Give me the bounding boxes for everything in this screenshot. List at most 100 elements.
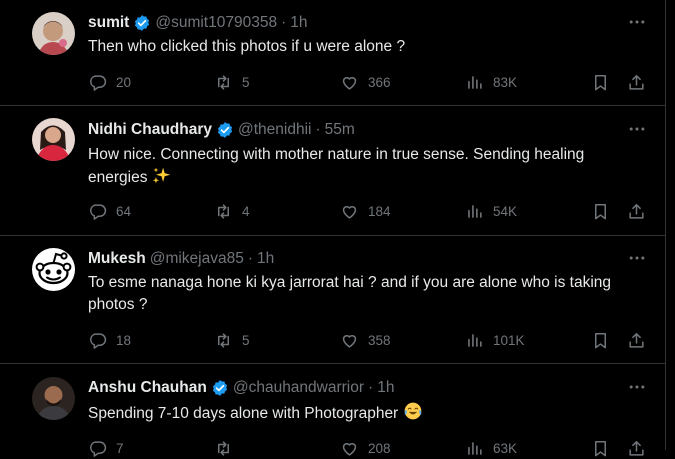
view-count: 54K [493, 203, 518, 219]
bookmark-button[interactable] [591, 71, 610, 93]
timestamp[interactable]: 1h [290, 13, 307, 33]
like-button[interactable]: 366 [340, 71, 391, 93]
reply-icon [90, 74, 107, 91]
more-options-icon[interactable] [627, 377, 647, 397]
retweet-icon [217, 440, 230, 456]
like-button[interactable]: 184 [340, 200, 391, 222]
like-count: 366 [368, 74, 391, 90]
like-count: 358 [368, 332, 391, 348]
retweet-count: 4 [242, 203, 250, 219]
action-bar: 20 5 366 83K [88, 71, 648, 93]
author-name[interactable]: sumit [88, 13, 129, 33]
retweet-icon [217, 74, 230, 90]
avatar[interactable] [32, 248, 75, 291]
views-button[interactable]: 83K [465, 71, 517, 93]
verified-badge-icon [135, 15, 150, 31]
reply-icon [90, 203, 107, 220]
separator-dot: · [315, 121, 321, 138]
like-button[interactable]: 358 [340, 329, 391, 351]
timestamp[interactable]: 1h [377, 378, 394, 398]
timestamp[interactable]: 55m [325, 120, 355, 140]
views-icon [468, 441, 482, 455]
tweet-text: To esme nanaga hone ki kya jarrorat hai … [88, 274, 612, 313]
views-button[interactable]: 63K [465, 437, 517, 459]
separator-dot: · [247, 250, 254, 267]
tweet-mukesh[interactable]: Mukesh @mikejava85 · 1h To esme nanaga h… [0, 236, 665, 364]
reply-button[interactable]: 64 [88, 200, 131, 222]
bookmark-button[interactable] [591, 437, 610, 459]
retweet-button[interactable]: 4 [214, 200, 250, 222]
reply-button[interactable]: 20 [88, 71, 131, 93]
retweet-button[interactable]: 5 [214, 71, 250, 93]
avatar[interactable] [32, 377, 75, 420]
bookmark-icon [594, 332, 607, 348]
heart-icon [342, 76, 357, 90]
reply-count: 64 [116, 203, 132, 219]
tweet-anshu-chauhan[interactable]: Anshu Chauhan @chauhandwarrior · 1h Spen… [0, 364, 665, 457]
bookmark-button[interactable] [591, 200, 610, 222]
action-bar: 64 4 184 54K [88, 200, 648, 222]
like-count: 208 [368, 440, 391, 456]
retweet-button[interactable] [214, 437, 242, 459]
more-options-icon[interactable] [627, 12, 647, 32]
reply-count: 20 [116, 74, 132, 90]
tweet-text: Then who clicked this photos if u were a… [88, 38, 406, 55]
tweet-nidhi-chaudhary[interactable]: Nidhi Chaudhary @thenidhii · 55m How nic… [0, 106, 665, 236]
heart-icon [342, 205, 357, 219]
share-icon [629, 74, 644, 90]
timestamp[interactable]: 1h [257, 249, 274, 269]
retweet-button[interactable]: 5 [214, 329, 250, 351]
action-bar: 18 5 358 101K [88, 329, 648, 351]
sparkles-emoji-icon [152, 167, 170, 184]
separator-dot: · [368, 379, 374, 396]
bookmark-button[interactable] [591, 329, 610, 351]
tweet-sumit[interactable]: sumit @sumit10790358 · 1h Then who click… [0, 0, 665, 106]
share-button[interactable] [627, 71, 646, 93]
reply-count: 7 [116, 440, 124, 456]
verified-badge-icon [217, 122, 233, 138]
bookmark-icon [594, 74, 607, 90]
avatar[interactable] [32, 118, 75, 161]
view-count: 101K [493, 332, 525, 348]
author-name[interactable]: Nidhi Chaudhary [88, 120, 212, 140]
retweet-icon [217, 332, 230, 348]
share-button[interactable] [627, 329, 646, 351]
like-button[interactable]: 208 [340, 437, 391, 459]
author-handle[interactable]: @chauhandwarrior [233, 378, 364, 398]
author-handle[interactable]: @sumit10790358 [155, 13, 277, 33]
views-icon [468, 204, 482, 218]
action-bar: 7 208 63K [88, 437, 648, 459]
verified-badge-icon [212, 380, 227, 396]
share-icon [629, 203, 644, 219]
reply-feed: sumit @sumit10790358 · 1h Then who click… [0, 0, 666, 457]
tweet-text: Spending 7-10 days alone with Photograph… [88, 401, 653, 425]
heart-icon [342, 442, 357, 456]
author-handle[interactable]: @mikejava85 [150, 249, 244, 269]
heart-icon [342, 334, 357, 348]
reply-button[interactable]: 18 [88, 329, 131, 351]
avatar[interactable] [32, 12, 75, 55]
more-options-icon[interactable] [627, 119, 647, 139]
separator-dot: · [281, 14, 287, 31]
author-handle[interactable]: @thenidhii [238, 120, 311, 140]
author-name[interactable]: Mukesh [88, 249, 146, 269]
retweet-icon [217, 203, 230, 219]
tears-of-joy-emoji-icon [404, 402, 421, 420]
share-button[interactable] [627, 437, 646, 459]
share-icon [629, 440, 644, 456]
views-icon [468, 75, 482, 89]
share-button[interactable] [627, 200, 646, 222]
bookmark-icon [594, 203, 607, 219]
views-button[interactable]: 101K [465, 329, 525, 351]
retweet-count: 5 [242, 332, 250, 348]
view-count: 83K [493, 74, 518, 90]
views-button[interactable]: 54K [465, 200, 517, 222]
reply-button[interactable]: 7 [88, 437, 124, 459]
more-options-icon[interactable] [627, 248, 647, 268]
tweet-text: How nice. Connecting with mother nature … [88, 146, 585, 186]
retweet-count: 5 [242, 74, 250, 90]
author-name[interactable]: Anshu Chauhan [88, 378, 207, 398]
views-icon [468, 333, 482, 347]
reply-icon [90, 332, 107, 349]
reply-icon [90, 440, 107, 457]
